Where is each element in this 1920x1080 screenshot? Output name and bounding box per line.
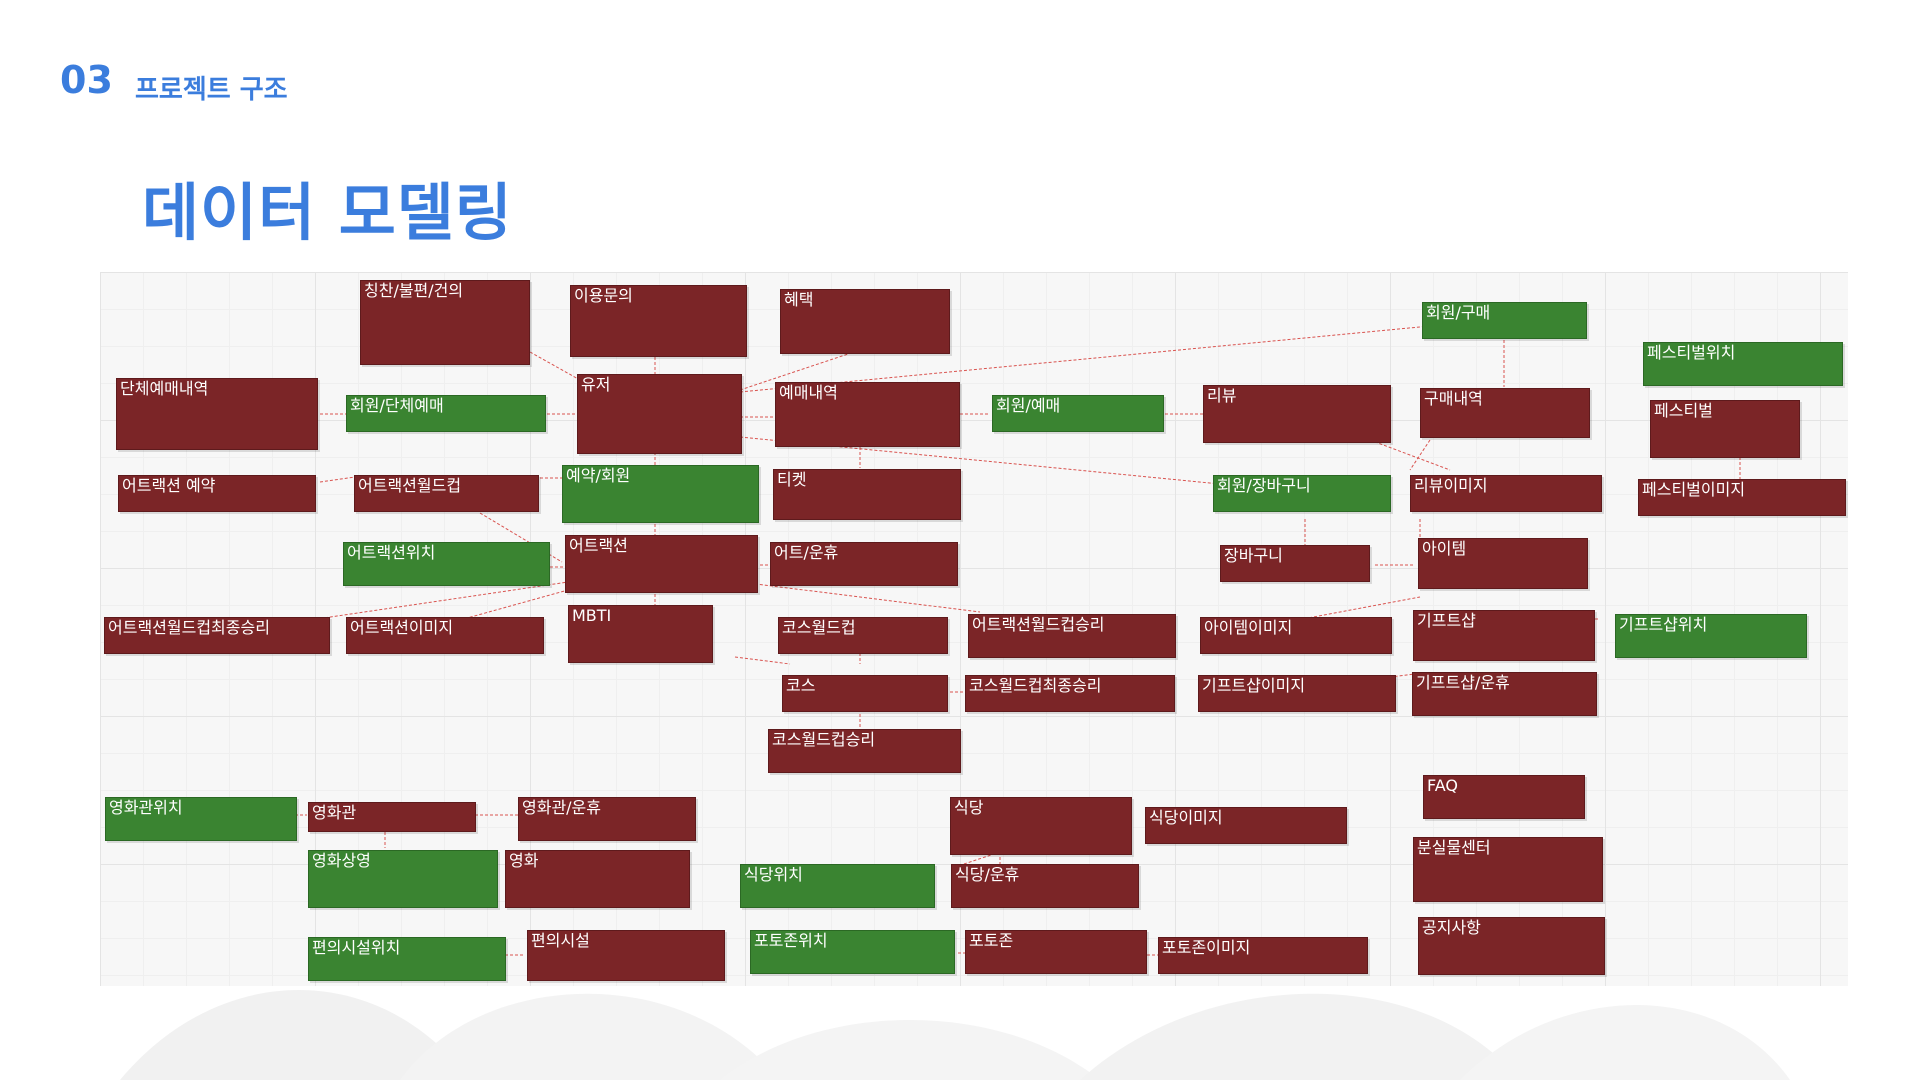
section-title: 프로젝트 구조	[135, 75, 288, 105]
entity-attraction-worldcup-final-win[interactable]: 어트랙션월드컵최종승리	[104, 617, 330, 654]
entity-member-booking[interactable]: 회원/예매	[992, 395, 1164, 432]
entity-member-purchase[interactable]: 회원/구매	[1422, 302, 1587, 339]
entity-booking-history[interactable]: 예매내역	[775, 382, 960, 447]
entity-attraction-reservation[interactable]: 어트랙션 예약	[118, 475, 316, 512]
entity-review-image[interactable]: 리뷰이미지	[1410, 475, 1602, 512]
entity-cinema[interactable]: 영화관	[308, 802, 476, 832]
entity-attraction-image[interactable]: 어트랙션이미지	[346, 617, 544, 654]
entity-course[interactable]: 코스	[782, 675, 948, 712]
entity-member-group-booking[interactable]: 회원/단체예매	[346, 395, 546, 432]
entity-user[interactable]: 유저	[577, 374, 742, 454]
entity-item[interactable]: 아이템	[1418, 538, 1588, 589]
entity-lost-found[interactable]: 분실물센터	[1413, 837, 1603, 902]
entity-course-worldcup-win[interactable]: 코스월드컵승리	[768, 729, 961, 773]
entity-benefit[interactable]: 혜택	[780, 289, 950, 354]
entity-gift-shop-image[interactable]: 기프트샵이미지	[1198, 675, 1396, 712]
entity-course-worldcup-final-win[interactable]: 코스월드컵최종승리	[965, 675, 1175, 712]
entity-photozone[interactable]: 포토존	[965, 930, 1147, 974]
entity-review[interactable]: 리뷰	[1203, 385, 1391, 443]
entity-facility[interactable]: 편의시설	[527, 930, 725, 981]
entity-festival[interactable]: 페스티벌	[1650, 400, 1800, 458]
entity-mbti[interactable]: MBTI	[568, 605, 713, 663]
entity-reservation-member[interactable]: 예약/회원	[562, 465, 759, 523]
entity-gift-shop-location[interactable]: 기프트샵위치	[1615, 614, 1807, 658]
entity-attraction-worldcup[interactable]: 어트랙션월드컵	[354, 475, 539, 512]
entity-attraction-suspend[interactable]: 어트/운휴	[770, 542, 958, 586]
entity-course-worldcup[interactable]: 코스월드컵	[778, 617, 948, 654]
entity-attraction-location[interactable]: 어트랙션위치	[343, 542, 550, 586]
entity-photozone-location[interactable]: 포토존위치	[750, 930, 955, 974]
entity-gift-shop-suspend[interactable]: 기프트샵/운휴	[1412, 672, 1597, 716]
entity-attraction-worldcup-win[interactable]: 어트랙션월드컵승리	[968, 614, 1176, 658]
entity-group-booking-history[interactable]: 단체예매내역	[116, 378, 318, 450]
entity-restaurant-image[interactable]: 식당이미지	[1145, 807, 1347, 844]
entity-cinema-suspend[interactable]: 영화관/운휴	[518, 797, 696, 841]
entity-item-image[interactable]: 아이템이미지	[1200, 617, 1392, 654]
entity-screening[interactable]: 영화상영	[308, 850, 498, 908]
entity-movie[interactable]: 영화	[505, 850, 690, 908]
entity-praise[interactable]: 칭찬/불편/건의	[360, 280, 530, 365]
entity-festival-image[interactable]: 페스티벌이미지	[1638, 479, 1846, 516]
entity-faq[interactable]: FAQ	[1423, 775, 1585, 819]
entity-cart[interactable]: 장바구니	[1220, 545, 1370, 582]
entity-ticket[interactable]: 티켓	[773, 469, 961, 520]
entity-festival-location[interactable]: 페스티벌위치	[1643, 342, 1843, 386]
entity-restaurant-location[interactable]: 식당위치	[740, 864, 935, 908]
entity-restaurant[interactable]: 식당	[950, 797, 1132, 855]
section-number: 03	[60, 58, 113, 102]
entity-notice[interactable]: 공지사항	[1418, 917, 1605, 975]
entity-purchase-history[interactable]: 구매내역	[1420, 388, 1590, 438]
entity-inquiry[interactable]: 이용문의	[570, 285, 747, 357]
entity-facility-location[interactable]: 편의시설위치	[308, 937, 506, 981]
page-title: 데이터 모델링	[142, 176, 513, 249]
entity-attraction[interactable]: 어트랙션	[565, 535, 758, 593]
entity-restaurant-suspend[interactable]: 식당/운휴	[951, 864, 1139, 908]
entity-photozone-image[interactable]: 포토존이미지	[1158, 937, 1368, 974]
erd-diagram: 칭찬/불편/건의 이용문의 혜택 회원/구매 페스티벌위치 단체예매내역 회원/…	[100, 272, 1848, 986]
entity-gift-shop[interactable]: 기프트샵	[1413, 610, 1595, 661]
entity-cinema-location[interactable]: 영화관위치	[105, 797, 297, 841]
entity-member-cart[interactable]: 회원/장바구니	[1213, 475, 1391, 512]
